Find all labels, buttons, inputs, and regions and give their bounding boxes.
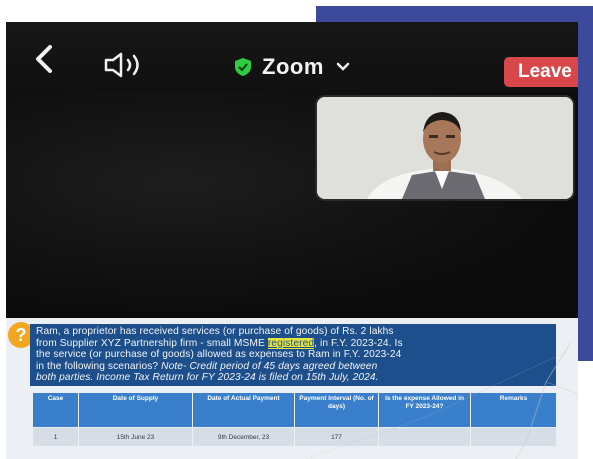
table-cell: 1 <box>32 427 79 447</box>
chevron-down-icon <box>336 62 350 71</box>
table-cell: 15th June 23 <box>78 427 193 447</box>
table-cell: 9th December, 23 <box>192 427 295 447</box>
shield-icon <box>235 58 251 76</box>
question-text: in the following scenarios? <box>36 360 162 372</box>
leave-button[interactable]: Leave <box>504 57 578 87</box>
question-line: from Supplier XYZ Partnership firm - sma… <box>36 337 550 350</box>
question-line: Ram, a proprietor has received services … <box>36 326 394 337</box>
question-text: from Supplier XYZ Partnership firm - sma… <box>36 337 268 349</box>
question-note: both parties. Income Tax Return for FY 2… <box>36 372 379 383</box>
participant-video-tile[interactable] <box>317 97 573 199</box>
cases-table: Case Date of Supply Date of Actual Payme… <box>32 392 557 447</box>
presenter-video <box>317 97 573 199</box>
zoom-meeting-window: Zoom Leave ? Ram, a proprietor has recei… <box>6 22 578 459</box>
meeting-title-dropdown[interactable]: Zoom <box>234 54 350 80</box>
column-header: Payment Interval (No. of days) <box>294 392 379 428</box>
presentation-slide: ? Ram, a proprietor has received service… <box>6 318 578 459</box>
question-text-box: Ram, a proprietor has received services … <box>30 324 556 386</box>
table-cell <box>470 427 557 447</box>
column-header: Date of Actual Payment <box>192 392 295 428</box>
highlighted-word: registered <box>267 337 315 349</box>
column-header: Case <box>32 392 79 428</box>
table-header-row: Case Date of Supply Date of Actual Payme… <box>32 392 557 428</box>
column-header: Remarks <box>470 392 557 428</box>
question-note: Note- Credit period of 45 days agreed be… <box>161 360 378 372</box>
question-text: , in F.Y. 2023-24. Is <box>314 337 403 349</box>
question-line: the service (or purchase of goods) allow… <box>36 349 402 360</box>
speaker-icon[interactable] <box>103 52 147 78</box>
meeting-toolbar: Zoom Leave <box>6 22 578 92</box>
table-row: 1 15th June 23 9th December, 23 177 <box>32 427 557 447</box>
app-title: Zoom <box>262 54 324 79</box>
column-header: Is the expense Allowed in FY 2023-24? <box>378 392 471 428</box>
chevron-left-icon[interactable] <box>30 44 60 74</box>
table-cell: 177 <box>294 427 379 447</box>
question-line: in the following scenarios? Note- Credit… <box>36 361 550 373</box>
table-cell <box>378 427 471 447</box>
column-header: Date of Supply <box>78 392 193 428</box>
